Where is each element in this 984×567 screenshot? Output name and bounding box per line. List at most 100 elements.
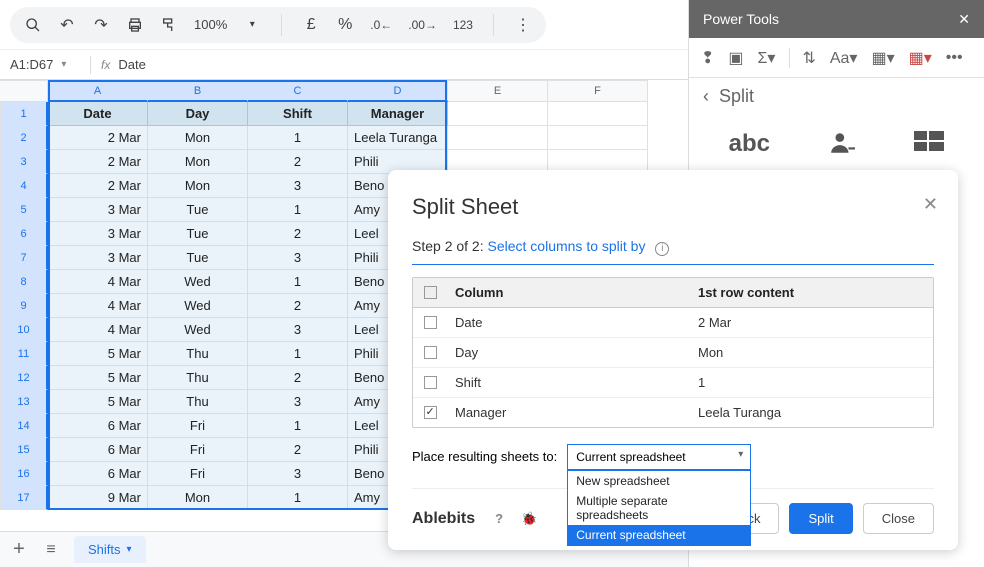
row-header-10[interactable]: 10 (0, 318, 48, 342)
increase-decimal-icon[interactable]: .00→ (408, 18, 437, 32)
header-cell[interactable]: Day (148, 102, 248, 126)
line-height-icon[interactable]: ⇅ (789, 48, 815, 68)
table-row[interactable]: Date 2 Mar (413, 308, 933, 338)
help-icon[interactable]: ? (495, 511, 503, 526)
cell[interactable]: 2 (248, 222, 348, 246)
search-icon[interactable] (24, 17, 42, 33)
cell[interactable]: Mon (148, 174, 248, 198)
select-all-corner[interactable] (0, 80, 48, 102)
font-icon[interactable]: Aa▾ (830, 48, 858, 68)
header-cell[interactable]: Manager (348, 102, 448, 126)
cell[interactable]: 5 Mar (48, 342, 148, 366)
row-header-6[interactable]: 6 (0, 222, 48, 246)
split-names-icon[interactable] (829, 130, 855, 163)
cell[interactable]: 9 Mar (48, 486, 148, 510)
add-sheet-icon[interactable]: + (10, 538, 28, 561)
cell[interactable]: 4 Mar (48, 318, 148, 342)
cell[interactable]: 3 (248, 390, 348, 414)
cell[interactable]: 1 (248, 486, 348, 510)
grid-color-icon[interactable]: ▦▾ (871, 48, 894, 68)
row-checkbox[interactable] (413, 338, 447, 367)
cell[interactable]: Fri (148, 414, 248, 438)
cell[interactable]: 5 Mar (48, 390, 148, 414)
cell[interactable]: 1 (248, 270, 348, 294)
row-header-11[interactable]: 11 (0, 342, 48, 366)
col-header-C[interactable]: C (248, 80, 348, 102)
row-header-4[interactable]: 4 (0, 174, 48, 198)
cell[interactable]: 2 (248, 294, 348, 318)
cell[interactable]: Thu (148, 366, 248, 390)
col-header-E[interactable]: E (448, 80, 548, 102)
row-header-7[interactable]: 7 (0, 246, 48, 270)
split-text-icon[interactable]: abc (729, 130, 770, 163)
cell[interactable]: Mon (148, 486, 248, 510)
formula-bar[interactable]: Date (118, 57, 145, 72)
cell[interactable]: 1 (248, 126, 348, 150)
col-header-D[interactable]: D (348, 80, 448, 102)
currency-icon[interactable]: £ (302, 16, 320, 34)
row-checkbox[interactable] (413, 398, 447, 427)
cell[interactable]: Tue (148, 246, 248, 270)
info-icon[interactable]: i (655, 242, 669, 256)
row-header-8[interactable]: 8 (0, 270, 48, 294)
cell[interactable]: 6 Mar (48, 462, 148, 486)
cell[interactable]: 1 (248, 414, 348, 438)
col-header-A[interactable]: A (48, 80, 148, 102)
cell[interactable]: Mon (148, 150, 248, 174)
cell[interactable]: Fri (148, 462, 248, 486)
undo-icon[interactable]: ↶ (58, 15, 76, 35)
zoom-dropdown-icon[interactable]: ▾ (243, 19, 261, 30)
more-icon[interactable]: ⋮ (514, 15, 532, 35)
cell[interactable]: 3 (248, 246, 348, 270)
wand-icon[interactable]: ❢ (701, 48, 714, 68)
tab-dropdown-icon[interactable]: ▾ (127, 544, 132, 555)
cell[interactable]: 3 Mar (48, 222, 148, 246)
table-row[interactable]: Shift 1 (413, 368, 933, 398)
cell[interactable]: 2 (248, 366, 348, 390)
cell[interactable] (448, 102, 548, 126)
cell[interactable]: 2 Mar (48, 150, 148, 174)
place-dropdown[interactable]: Current spreadsheet (567, 444, 751, 470)
cell[interactable]: 5 Mar (48, 366, 148, 390)
cell[interactable]: Tue (148, 222, 248, 246)
cell[interactable]: Wed (148, 318, 248, 342)
row-header-3[interactable]: 3 (0, 150, 48, 174)
sheet-tab-shifts[interactable]: Shifts ▾ (74, 536, 146, 563)
cell[interactable]: 2 (248, 438, 348, 462)
cell[interactable] (548, 126, 648, 150)
table-row[interactable]: Manager Leela Turanga (413, 398, 933, 427)
cell[interactable]: 3 Mar (48, 246, 148, 270)
cell[interactable] (448, 126, 548, 150)
cell[interactable]: 1 (248, 198, 348, 222)
namebox-dropdown-icon[interactable]: ▾ (61, 59, 66, 70)
more-tools-icon[interactable]: ••• (946, 49, 963, 67)
select-all-checkbox[interactable] (413, 278, 447, 307)
bug-icon[interactable]: 🐞 (521, 511, 537, 527)
split-button[interactable]: Split (789, 503, 852, 534)
sigma-icon[interactable]: Σ▾ (758, 48, 776, 68)
dropdown-option[interactable]: New spreadsheet (568, 471, 750, 491)
col-header-B[interactable]: B (148, 80, 248, 102)
header-cell[interactable]: Date (48, 102, 148, 126)
header-cell[interactable]: Shift (248, 102, 348, 126)
row-header-2[interactable]: 2 (0, 126, 48, 150)
redo-icon[interactable]: ↷ (92, 15, 110, 35)
zoom-level[interactable]: 100% (194, 17, 227, 32)
close-icon[interactable]: ✕ (923, 194, 938, 215)
close-button[interactable]: Close (863, 503, 934, 534)
cell[interactable]: 1 (248, 342, 348, 366)
cell[interactable]: 3 (248, 318, 348, 342)
percent-icon[interactable]: % (336, 16, 354, 34)
dropdown-option[interactable]: Multiple separate spreadsheets (568, 491, 750, 525)
panel-breadcrumb[interactable]: ‹ Split (689, 78, 984, 114)
split-sheet-icon[interactable] (914, 130, 944, 163)
dropdown-option[interactable]: Current spreadsheet (568, 525, 750, 545)
row-checkbox[interactable] (413, 368, 447, 397)
name-box[interactable]: A1:D67 ▾ (10, 57, 80, 72)
table-row[interactable]: Day Mon (413, 338, 933, 368)
row-header-13[interactable]: 13 (0, 390, 48, 414)
cell[interactable]: 2 (248, 150, 348, 174)
cell[interactable]: Thu (148, 390, 248, 414)
cell[interactable]: 3 (248, 462, 348, 486)
decrease-decimal-icon[interactable]: .0← (370, 18, 392, 32)
